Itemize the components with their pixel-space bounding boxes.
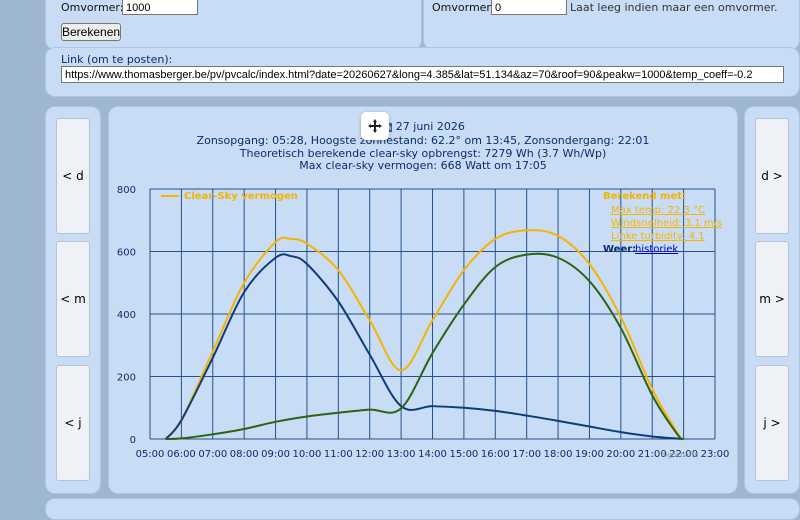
- calc-title: Berekend met:: [603, 191, 686, 202]
- weather-history-link[interactable]: historiek: [635, 244, 678, 255]
- x-tick-label: 18:00: [544, 449, 573, 460]
- chart-watermark: highcharts: [661, 451, 698, 459]
- y-tick-label: 800: [117, 185, 136, 196]
- next-day-button[interactable]: d >: [755, 118, 789, 234]
- inverter2-input[interactable]: 0: [491, 0, 567, 15]
- next-month-button[interactable]: m >: [755, 241, 789, 357]
- inverter-form-left: Omvormer: 1000 Berekenen: [45, 0, 422, 50]
- x-tick-label: 14:00: [418, 449, 447, 460]
- x-tick-label: 12:00: [355, 449, 384, 460]
- inverter2-label: Omvormer:: [432, 1, 495, 14]
- x-tick-label: 06:00: [167, 449, 196, 460]
- x-tick-label: 17:00: [512, 449, 541, 460]
- max-temp-link[interactable]: Max temp: 22.3 °C: [611, 205, 705, 216]
- x-tick-label: 16:00: [481, 449, 510, 460]
- weather-label: Weer:: [603, 244, 636, 255]
- prev-month-button[interactable]: < m: [56, 241, 90, 357]
- y-tick-label: 400: [117, 310, 136, 321]
- x-tick-label: 07:00: [198, 449, 227, 460]
- chart-panel: za 27 juni 2026 Zonsopgang: 05:28, Hoogs…: [108, 106, 738, 494]
- y-tick-label: 0: [130, 435, 136, 446]
- bottom-panel: [45, 498, 800, 520]
- x-tick-label: 19:00: [575, 449, 604, 460]
- compute-button[interactable]: Berekenen: [61, 23, 121, 41]
- linke-link[interactable]: Linke turbidity: 4.1: [611, 231, 705, 242]
- legend-series[interactable]: Clear-Sky vermogen: [184, 191, 298, 202]
- next-year-button[interactable]: j >: [755, 365, 789, 481]
- x-tick-label: 05:00: [136, 449, 165, 460]
- x-tick-label: 09:00: [261, 449, 290, 460]
- series-east-line[interactable]: [164, 253, 684, 440]
- link-label: Link (om te posten):: [61, 53, 173, 66]
- prev-day-button[interactable]: < d: [56, 118, 90, 234]
- x-tick-label: 10:00: [293, 449, 322, 460]
- inverter-form-right: Omvormer: 0 Laat leeg indien maar een om…: [423, 0, 800, 50]
- x-tick-label: 11:00: [324, 449, 353, 460]
- inverter-input[interactable]: 1000: [122, 0, 198, 15]
- link-input[interactable]: https://www.thomasberger.be/pv/pvcalc/in…: [61, 66, 784, 83]
- nav-left-panel: < d < m < j: [45, 106, 101, 494]
- wind-link[interactable]: Windsnelheid: 3.1 m/s: [611, 218, 722, 229]
- x-tick-label: 08:00: [230, 449, 259, 460]
- nav-right-panel: d > m > j >: [744, 106, 800, 494]
- x-tick-label: 13:00: [387, 449, 416, 460]
- y-tick-label: 600: [117, 248, 136, 259]
- x-tick-label: 23:00: [701, 449, 730, 460]
- y-tick-label: 200: [117, 373, 136, 384]
- move-icon[interactable]: [361, 112, 389, 140]
- link-panel: Link (om te posten): https://www.thomasb…: [45, 47, 800, 97]
- inverter2-hint: Laat leeg indien maar een omvormer.: [570, 1, 778, 14]
- x-tick-label: 20:00: [606, 449, 635, 460]
- inverter-label: Omvormer:: [61, 1, 124, 14]
- power-chart: 0 200 400 600 800 05:00 06:00 07:00 08:00 09:00 10…: [117, 185, 730, 460]
- prev-year-button[interactable]: < j: [56, 365, 90, 481]
- series-west-line[interactable]: [165, 252, 685, 441]
- x-tick-label: 15:00: [449, 449, 478, 460]
